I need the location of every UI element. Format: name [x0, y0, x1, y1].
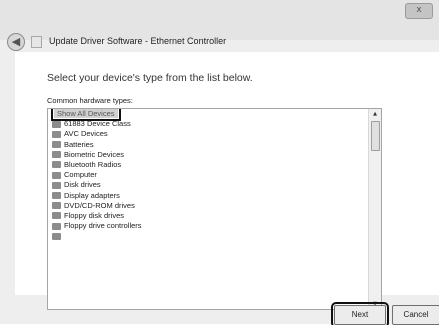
scrollbar-thumb[interactable]: [371, 121, 380, 151]
floppy-controller-icon: [52, 222, 61, 230]
hardware-type-item[interactable]: Disk drives: [48, 180, 368, 190]
close-button[interactable]: x: [405, 3, 433, 19]
avc-device-icon: [52, 130, 61, 138]
window-title: Update Driver Software - Ethernet Contro…: [49, 36, 227, 46]
hardware-type-label: Floppy disk drives: [64, 210, 125, 220]
hardware-type-item[interactable]: Display adapters: [48, 191, 368, 201]
hardware-type-label: Floppy drive controllers: [64, 221, 142, 231]
hardware-type-label: Batteries: [64, 139, 94, 149]
device-icon: [52, 232, 61, 240]
hardware-types-items: Show All Devices 61883 Device Class AVC De…: [48, 109, 368, 241]
hardware-type-item[interactable]: Computer: [48, 170, 368, 180]
next-button[interactable]: Next: [331, 302, 389, 325]
hardware-type-label: AVC Devices: [64, 129, 108, 139]
vertical-scrollbar[interactable]: ▲ ▼: [368, 109, 381, 309]
scroll-up-icon[interactable]: ▲: [369, 109, 381, 119]
hardware-type-item[interactable]: Biometric Devices: [48, 150, 368, 160]
title-bar: x: [0, 0, 439, 40]
hardware-type-label: Disk drives: [64, 180, 101, 190]
hardware-types-listbox[interactable]: Show All Devices 61883 Device Class AVC De…: [47, 108, 382, 310]
hardware-type-label: DVD/CD-ROM drives: [64, 200, 135, 210]
floppy-drive-icon: [52, 212, 61, 220]
instruction-text: Select your device's type from the list …: [47, 72, 253, 84]
hardware-type-item[interactable]: Bluetooth Radios: [48, 160, 368, 170]
hardware-type-item[interactable]: Floppy disk drives: [48, 211, 368, 221]
hardware-type-label: Computer: [64, 170, 97, 180]
hardware-type-label: Show All Devices: [51, 109, 121, 121]
hardware-type-label: Bluetooth Radios: [64, 159, 122, 169]
hardware-type-item[interactable]: [48, 231, 368, 241]
back-button[interactable]: ◀: [7, 33, 25, 51]
biometric-icon: [52, 151, 61, 159]
back-arrow-icon: ◀: [11, 35, 21, 48]
hardware-type-label: Biometric Devices: [64, 149, 125, 159]
hardware-type-item[interactable]: Batteries: [48, 140, 368, 150]
dvd-drive-icon: [52, 202, 61, 210]
display-adapter-icon: [52, 192, 61, 199]
computer-icon: [52, 171, 61, 179]
disk-drive-icon: [52, 181, 61, 189]
hardware-type-item[interactable]: AVC Devices: [48, 129, 368, 139]
content-panel: Select your device's type from the list …: [15, 52, 439, 310]
bluetooth-icon: [52, 161, 61, 169]
ieee1394-icon: [52, 120, 61, 128]
hardware-types-label: Common hardware types:: [47, 96, 133, 105]
driver-software-icon: [31, 36, 42, 48]
hardware-type-label: 61883 Device Class: [64, 119, 131, 129]
hardware-type-item[interactable]: Floppy drive controllers: [48, 221, 368, 231]
hardware-type-label: Display adapters: [64, 190, 120, 200]
hardware-type-item[interactable]: 61883 Device Class: [48, 119, 368, 129]
battery-icon: [52, 141, 61, 149]
cancel-button[interactable]: Cancel: [392, 305, 439, 325]
hardware-type-item[interactable]: Show All Devices: [48, 109, 368, 121]
hardware-type-item[interactable]: DVD/CD-ROM drives: [48, 201, 368, 211]
dialog-window: x ◀ Update Driver Software - Ethernet Co…: [0, 0, 439, 325]
close-icon: x: [416, 5, 422, 15]
